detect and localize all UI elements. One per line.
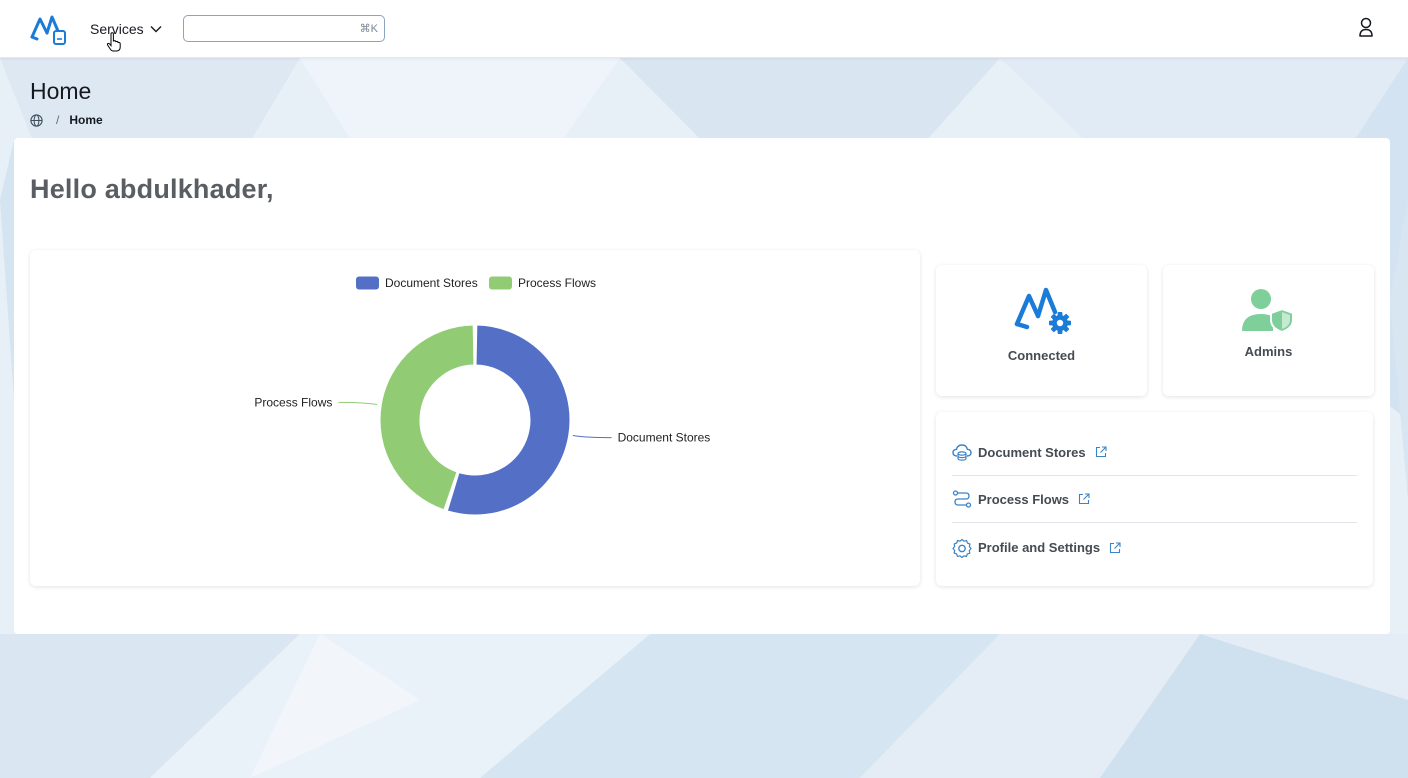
legend-label-process-flows[interactable]: Process Flows: [518, 276, 596, 290]
search-input[interactable]: [184, 16, 354, 41]
globe-icon[interactable]: [30, 113, 43, 127]
page-title: Home: [30, 78, 92, 104]
brand-logo-icon[interactable]: [28, 11, 68, 47]
breadcrumb: / Home: [30, 112, 103, 128]
breadcrumb-separator: /: [56, 113, 60, 127]
external-link-icon: [1095, 446, 1107, 458]
donut-chart: Document Stores Process Flows Document S…: [254, 276, 711, 516]
search-box[interactable]: ⌘K: [183, 15, 385, 42]
gear-icon: [952, 538, 972, 558]
services-menu-button[interactable]: Services: [90, 19, 162, 39]
quick-links-panel: Document Stores Process Flows Profile an…: [936, 412, 1373, 586]
link-label: Process Flows: [978, 491, 1070, 507]
link-process-flows[interactable]: Process Flows: [952, 476, 1357, 523]
slice-label-document-stores: Document Stores: [618, 431, 711, 445]
connected-tile-label: Connected: [1007, 348, 1076, 363]
leader-line-document-stores: [572, 434, 612, 439]
link-document-stores[interactable]: Document Stores: [952, 429, 1357, 476]
user-icon[interactable]: [1356, 16, 1376, 38]
admin-shield-icon: [1242, 289, 1294, 333]
search-shortcut-hint: ⌘K: [359, 23, 378, 35]
connected-gear-icon: [1014, 287, 1071, 334]
connected-tile[interactable]: Connected: [936, 265, 1147, 396]
legend-swatch-process-flows[interactable]: [489, 276, 512, 290]
external-link-icon: [1110, 541, 1121, 553]
link-label: Document Stores: [978, 444, 1086, 460]
greeting-heading: Hello abdulkhader,: [30, 174, 274, 204]
flow-icon: [952, 490, 972, 508]
external-link-icon: [1078, 493, 1090, 505]
admins-tile[interactable]: Admins: [1163, 265, 1374, 396]
leader-line-process-flows: [338, 401, 378, 406]
chevron-down-icon: [150, 26, 162, 33]
link-label: Profile and Settings: [978, 540, 1101, 555]
legend-label-document-stores[interactable]: Document Stores: [385, 276, 478, 290]
breadcrumb-current: Home: [69, 113, 103, 127]
top-navigation-bar: Services ⌘K: [0, 0, 1408, 58]
link-profile-and-settings[interactable]: Profile and Settings: [952, 524, 1357, 571]
legend-swatch-document-stores[interactable]: [356, 276, 379, 290]
chart-panel: Document Stores Process Flows Document S…: [30, 250, 920, 586]
mouse-pointer-hand-icon: [106, 32, 121, 52]
admins-tile-label: Admins: [1244, 344, 1293, 359]
cloud-storage-icon: [952, 444, 972, 461]
slice-label-process-flows: Process Flows: [254, 395, 332, 409]
